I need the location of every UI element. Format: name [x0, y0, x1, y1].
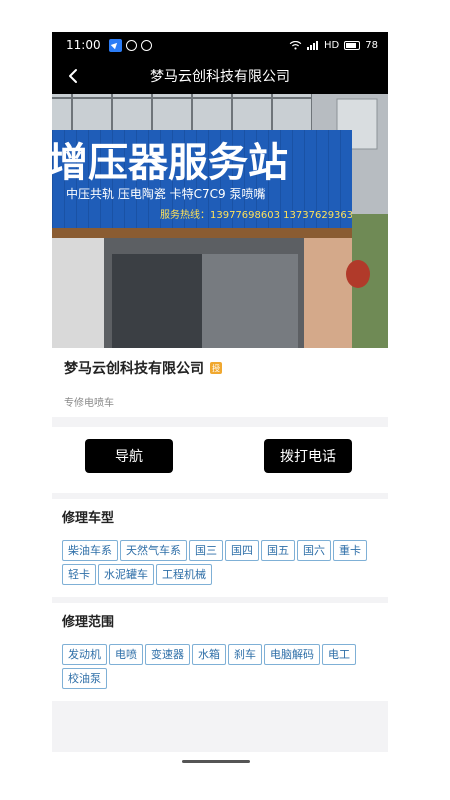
- repair-scope-section: 修理范围 发动机 电喷 变速器 水箱 刹车 电脑解码 电工 校油泵: [52, 603, 388, 701]
- status-bar: 11:00 HD 78: [52, 32, 388, 58]
- scope-tag: 变速器: [145, 644, 190, 665]
- scope-tag: 水箱: [192, 644, 226, 665]
- scope-tag: 电喷: [109, 644, 143, 665]
- company-name: 梦马云创科技有限公司: [64, 361, 204, 377]
- check-circle-icon-2: [140, 39, 152, 51]
- battery-level: 78: [365, 39, 378, 51]
- navigate-button[interactable]: 导航: [85, 439, 173, 473]
- check-circle-icon: [125, 39, 137, 51]
- network-type: HD: [324, 39, 340, 51]
- page-title: 梦马云创科技有限公司: [150, 69, 290, 85]
- scope-tag: 刹车: [228, 644, 262, 665]
- repair-models-title: 修理车型: [62, 511, 115, 526]
- model-tag: 国六: [297, 540, 331, 561]
- scope-tag: 发动机: [62, 644, 107, 665]
- storefront-image: 增压器服务站 中压共轨 压电陶瓷 卡特C7C9 泵喷嘴 服务热线：1397769…: [52, 94, 388, 348]
- company-info-card: 梦马云创科技有限公司 授 专修电喷车: [52, 348, 388, 417]
- location-app-icon: [108, 38, 122, 52]
- sign-line-2: 中压共轨 压电陶瓷 卡特C7C9 泵喷嘴: [66, 186, 265, 201]
- status-right: HD 78: [289, 40, 378, 51]
- verified-badge-icon: 授: [210, 362, 222, 374]
- model-tag: 天然气车系: [120, 540, 187, 561]
- repair-models-section: 修理车型 柴油车系 天然气车系 国三 国四 国五 国六 重卡 轻卡 水泥罐车 工…: [52, 499, 388, 597]
- home-indicator[interactable]: [182, 760, 250, 763]
- model-tag: 水泥罐车: [98, 564, 154, 585]
- nav-bar: 梦马云创科技有限公司: [52, 58, 388, 94]
- repair-scope-tags: 发动机 电喷 变速器 水箱 刹车 电脑解码 电工 校油泵: [62, 644, 378, 689]
- model-tag: 柴油车系: [62, 540, 118, 561]
- model-tag: 国五: [261, 540, 295, 561]
- scope-tag: 校油泵: [62, 668, 107, 689]
- repair-scope-title: 修理范围: [62, 615, 115, 630]
- action-card: 导航 拨打电话: [52, 427, 388, 493]
- sign-line-3: 服务热线：13977698603 13737629363: [160, 208, 353, 221]
- company-name-row: 梦马云创科技有限公司 授: [64, 358, 376, 378]
- phone-screen: 11:00 HD 78 梦马云创科技有限公司 增压器服务站 中压共轨 压电陶瓷 …: [52, 32, 388, 752]
- model-tag: 轻卡: [62, 564, 96, 585]
- signal-icon: [307, 40, 319, 50]
- wifi-icon: [289, 40, 302, 50]
- model-tag: 国三: [189, 540, 223, 561]
- call-button[interactable]: 拨打电话: [264, 439, 352, 473]
- company-subtitle: 专修电喷车: [64, 398, 114, 409]
- storefront-photo: 增压器服务站 中压共轨 压电陶瓷 卡特C7C9 泵喷嘴 服务热线：1397769…: [52, 94, 388, 348]
- status-left: 11:00: [66, 38, 152, 52]
- model-tag: 重卡: [333, 540, 367, 561]
- scope-tag: 电工: [322, 644, 356, 665]
- status-time: 11:00: [66, 38, 101, 52]
- battery-icon: [344, 40, 361, 50]
- model-tag: 国四: [225, 540, 259, 561]
- back-arrow-icon[interactable]: [64, 66, 84, 86]
- scope-tag: 电脑解码: [264, 644, 320, 665]
- repair-models-tags: 柴油车系 天然气车系 国三 国四 国五 国六 重卡 轻卡 水泥罐车 工程机械: [62, 540, 378, 585]
- sign-main-text: 增压器服务站: [52, 140, 288, 186]
- model-tag: 工程机械: [156, 564, 212, 585]
